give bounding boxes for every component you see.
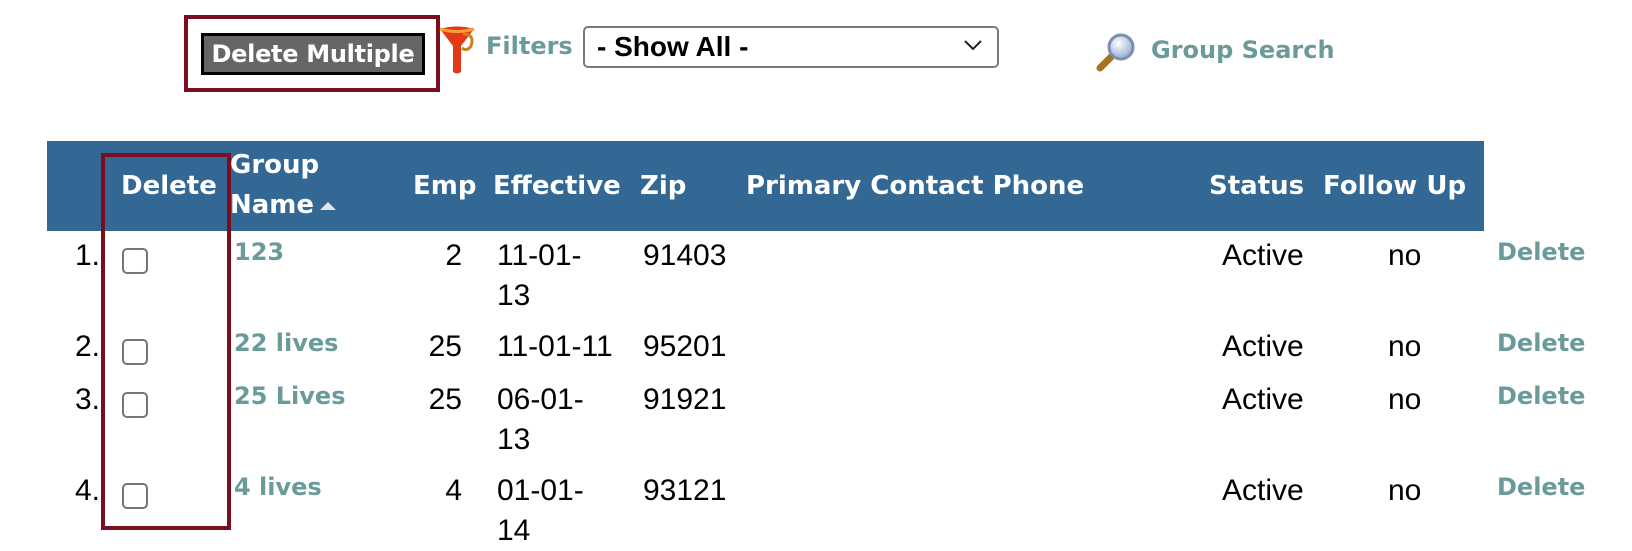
row-effective-line2: 13 — [497, 423, 531, 456]
group-name-link[interactable]: 123 — [234, 236, 284, 268]
row-follow-up: no — [1388, 330, 1422, 363]
column-header-effective: Effective — [493, 171, 621, 201]
table-header: Delete Group Name Emp Effective Zip Prim… — [47, 141, 1484, 231]
row-effective-line1: 11-01-11 — [497, 330, 613, 363]
row-delete-link[interactable]: Delete — [1497, 380, 1585, 412]
delete-multiple-button[interactable]: Delete Multiple — [201, 33, 425, 75]
funnel-icon[interactable] — [437, 24, 477, 76]
row-index: 2. — [74, 330, 100, 363]
highlight-delete-column — [101, 153, 231, 530]
row-emp: 25 — [428, 330, 462, 363]
row-emp: 4 — [445, 474, 462, 507]
row-effective: 06-01- 13 — [497, 380, 617, 460]
row-follow-up: no — [1388, 383, 1422, 416]
row-delete-link[interactable]: Delete — [1497, 236, 1585, 268]
row-effective: 11-01-11 — [497, 327, 617, 367]
row-effective-line1: 11-01- — [497, 239, 582, 272]
magnifier-icon[interactable] — [1095, 31, 1139, 73]
row-emp: 2 — [445, 239, 462, 272]
group-name-link[interactable]: 22 lives — [234, 327, 338, 359]
column-header-group-name-line1: Group — [230, 150, 320, 180]
row-index: 3. — [74, 383, 100, 416]
sort-ascending-icon — [320, 201, 337, 210]
column-header-primary-contact-phone: Primary Contact Phone — [746, 171, 1085, 201]
chevron-down-icon — [964, 40, 982, 51]
column-header-group-name[interactable]: Group Name — [230, 145, 337, 225]
filter-select[interactable]: - Show All - — [583, 26, 999, 68]
row-follow-up: no — [1388, 239, 1422, 272]
row-zip: 91403 — [643, 239, 727, 272]
filters-link[interactable]: Filters — [486, 32, 573, 60]
row-delete-link[interactable]: Delete — [1497, 471, 1585, 503]
row-index: 1. — [74, 239, 100, 272]
row-effective-line1: 01-01- — [497, 474, 584, 507]
row-index: 4. — [74, 474, 100, 507]
row-status: Active — [1222, 474, 1304, 507]
column-header-emp: Emp — [413, 171, 477, 201]
filter-select-value: - Show All - — [597, 31, 749, 62]
group-search-link[interactable]: Group Search — [1151, 36, 1335, 64]
column-header-group-name-line2: Name — [230, 190, 315, 220]
row-effective-line2: 14 — [497, 514, 531, 547]
group-name-link[interactable]: 25 Lives — [234, 380, 345, 412]
row-follow-up: no — [1388, 474, 1422, 507]
row-zip: 95201 — [643, 330, 727, 363]
row-status: Active — [1222, 383, 1304, 416]
column-header-status: Status — [1209, 171, 1305, 201]
column-header-follow-up: Follow Up — [1323, 171, 1467, 201]
row-zip: 91921 — [643, 383, 727, 416]
row-effective: 11-01- 13 — [497, 236, 617, 316]
row-status: Active — [1222, 330, 1304, 363]
row-effective-line1: 06-01- — [497, 383, 584, 416]
row-emp: 25 — [428, 383, 462, 416]
column-header-zip: Zip — [640, 171, 687, 201]
row-status: Active — [1222, 239, 1304, 272]
group-name-link[interactable]: 4 lives — [234, 471, 322, 503]
row-effective: 01-01- 14 — [497, 471, 617, 551]
row-effective-line2: 13 — [497, 279, 531, 312]
row-zip: 93121 — [643, 474, 727, 507]
row-delete-link[interactable]: Delete — [1497, 327, 1585, 359]
